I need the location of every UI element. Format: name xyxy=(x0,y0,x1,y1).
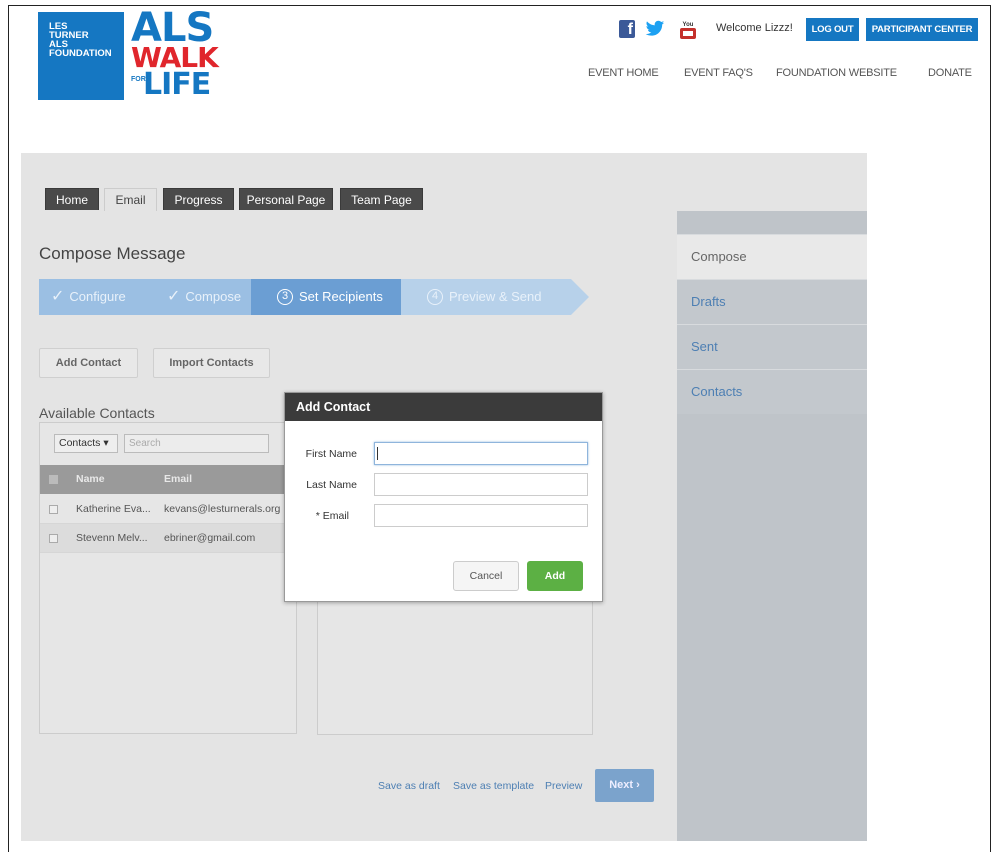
contact-name: Katherine Eva... xyxy=(76,503,151,515)
save-as-template-link[interactable]: Save as template xyxy=(453,780,534,792)
step-set-recipients[interactable]: 3 Set Recipients xyxy=(251,279,419,315)
recipients-list xyxy=(317,598,593,735)
les-turner-foundation-logo: LES TURNER ALS FOUNDATION xyxy=(38,12,124,100)
contact-email: ebriner@gmail.com xyxy=(164,532,256,544)
sidebar-item-contacts[interactable]: Contacts xyxy=(677,369,867,414)
table-header: Name Email xyxy=(40,465,296,494)
contacts-select[interactable]: Contacts ▾ xyxy=(54,434,118,453)
step-configure[interactable]: ✓ Configure xyxy=(39,279,165,315)
dialog-title: Add Contact xyxy=(285,393,602,421)
tab-progress[interactable]: Progress xyxy=(163,188,234,210)
nav-event-faqs[interactable]: EVENT FAQ'S xyxy=(684,67,753,79)
last-name-label: Last Name xyxy=(306,479,357,491)
step-number: 3 xyxy=(277,288,293,305)
text-caret xyxy=(377,447,378,460)
row-checkbox[interactable] xyxy=(49,505,58,514)
available-contacts-heading: Available Contacts xyxy=(39,405,155,421)
nav-event-home[interactable]: EVENT HOME xyxy=(588,67,659,79)
add-button[interactable]: Add xyxy=(527,561,583,591)
browser-page: LES TURNER ALS FOUNDATION ALS WALK FOR L… xyxy=(8,5,991,852)
email-input[interactable] xyxy=(374,504,588,527)
first-name-input[interactable] xyxy=(374,442,588,465)
search-input[interactable]: Search xyxy=(124,434,269,453)
logo-als: ALS xyxy=(131,5,214,51)
facebook-icon[interactable]: f xyxy=(619,20,635,38)
email-label: * Email xyxy=(315,510,349,522)
step-label: Configure xyxy=(69,289,126,304)
available-contacts-list: Contacts ▾ Search Name Email Katherine E… xyxy=(39,422,297,734)
contact-email: kevans@lesturnerals.org xyxy=(164,503,281,515)
step-number: 4 xyxy=(427,288,443,305)
tab-team-page[interactable]: Team Page xyxy=(340,188,423,210)
preview-link[interactable]: Preview xyxy=(545,780,582,792)
table-row[interactable]: Stevenn Melv... ebriner@gmail.com xyxy=(40,524,296,553)
nav-foundation-website[interactable]: FOUNDATION WEBSITE xyxy=(776,67,897,79)
nav-donate[interactable]: DONATE xyxy=(928,67,972,79)
step-compose[interactable]: ✓ Compose xyxy=(147,279,269,315)
participant-center-button[interactable]: PARTICIPANT CENTER xyxy=(866,18,978,41)
sidebar-item-compose[interactable]: Compose xyxy=(677,234,867,279)
step-label: Preview & Send xyxy=(449,289,542,304)
step-arrow xyxy=(571,279,589,315)
checkmark-icon: ✓ xyxy=(167,288,181,305)
cancel-button[interactable]: Cancel xyxy=(453,561,519,591)
add-contact-dialog: Add Contact First Name Last Name * Email… xyxy=(284,392,603,602)
step-preview-send[interactable]: 4 Preview & Send xyxy=(401,279,589,315)
tab-email[interactable]: Email xyxy=(104,188,157,211)
save-as-draft-link[interactable]: Save as draft xyxy=(378,780,440,792)
logo-for: FOR xyxy=(131,76,146,83)
page-title: Compose Message xyxy=(39,244,186,263)
tab-personal-page[interactable]: Personal Page xyxy=(239,188,333,210)
svg-text:You: You xyxy=(683,22,694,28)
step-label: Compose xyxy=(185,289,242,304)
welcome-text: Welcome Lizzz! xyxy=(716,22,793,34)
youtube-icon[interactable]: You xyxy=(679,20,697,39)
row-checkbox[interactable] xyxy=(49,534,58,543)
email-sidebar: Compose Drafts Sent Contacts xyxy=(677,211,867,841)
twitter-icon[interactable] xyxy=(645,20,665,38)
column-email: Email xyxy=(164,473,193,485)
step-label: Set Recipients xyxy=(299,289,383,304)
last-name-input[interactable] xyxy=(374,473,588,496)
logo-line: FOUNDATION xyxy=(49,48,112,59)
first-name-label: First Name xyxy=(305,448,357,460)
logo-life: LIFE xyxy=(143,67,211,102)
sidebar-item-sent[interactable]: Sent xyxy=(677,324,867,369)
import-contacts-button[interactable]: Import Contacts xyxy=(153,348,270,378)
next-button[interactable]: Next › xyxy=(595,769,654,802)
select-all-checkbox[interactable] xyxy=(49,475,58,484)
sidebar-item-drafts[interactable]: Drafts xyxy=(677,279,867,324)
column-name: Name xyxy=(76,473,105,485)
logout-button[interactable]: LOG OUT xyxy=(806,18,859,41)
table-row[interactable]: Katherine Eva... kevans@lesturnerals.org xyxy=(40,495,296,524)
tab-home[interactable]: Home xyxy=(45,188,99,210)
als-walk-logo[interactable]: LES TURNER ALS FOUNDATION ALS WALK FOR L… xyxy=(38,5,219,102)
add-contact-button[interactable]: Add Contact xyxy=(39,348,138,378)
checkmark-icon: ✓ xyxy=(51,288,65,305)
contact-name: Stevenn Melv... xyxy=(76,532,148,544)
